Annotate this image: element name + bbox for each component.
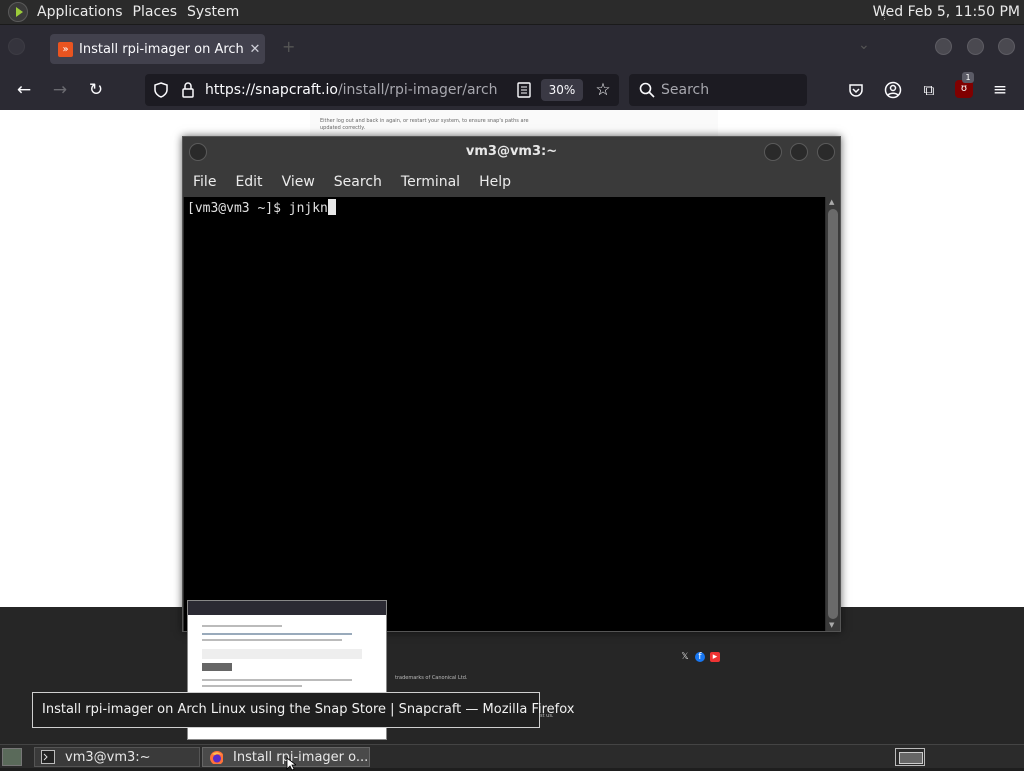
url-text[interactable]: https://snapcraft.io/install/rpi-imager/… [205, 82, 498, 98]
text-cursor [327, 199, 336, 215]
preview-line [202, 633, 352, 635]
tab-close-icon[interactable]: ✕ [245, 42, 265, 57]
menu-help[interactable]: Help [479, 174, 511, 190]
close-window-button[interactable] [998, 38, 1015, 55]
facebook-icon[interactable]: f [695, 652, 705, 662]
taskbar-label-firefox: Install rpi-imager o... [233, 749, 369, 765]
footer-trademark-text: trademarks of Canonical Ltd. [395, 675, 468, 681]
menu-file[interactable]: File [193, 174, 216, 190]
window-menu-button[interactable] [189, 143, 207, 161]
scroll-down-icon[interactable]: ▼ [829, 621, 834, 629]
zoom-level-button[interactable]: 30% [541, 79, 583, 101]
pocket-icon[interactable] [848, 82, 864, 98]
menu-edit[interactable]: Edit [235, 174, 262, 190]
navigation-toolbar: ← → ↻ https://snapcraft.io/install/rpi-i… [0, 70, 1024, 110]
account-icon[interactable] [884, 81, 902, 99]
places-menu[interactable]: Places [128, 0, 183, 25]
terminal-menubar: File Edit View Search Terminal Help [183, 167, 840, 197]
preview-line [202, 625, 282, 627]
tab-title: Install rpi-imager on Arch L [79, 41, 245, 57]
taskbar-item-terminal[interactable]: vm3@vm3:~ [34, 747, 200, 767]
preview-line [202, 679, 352, 681]
snapcraft-favicon-icon: » [58, 41, 73, 57]
url-bar[interactable]: https://snapcraft.io/install/rpi-imager/… [145, 74, 619, 106]
tab-snapcraft[interactable]: » Install rpi-imager on Arch L ✕ [50, 34, 265, 64]
page-text: Either log out and back in again, or res… [320, 118, 529, 131]
maximize-button[interactable] [967, 38, 984, 55]
show-desktop-icon[interactable] [2, 748, 22, 766]
preview-code-block [202, 649, 362, 659]
menu-terminal[interactable]: Terminal [401, 174, 460, 190]
tracking-shield-icon[interactable] [153, 82, 169, 98]
reader-view-icon[interactable] [517, 82, 531, 98]
applications-menu[interactable]: Applications [32, 0, 128, 25]
taskbar-label-terminal: vm3@vm3:~ [65, 749, 151, 765]
terminal-scrollbar[interactable]: ▲ ▼ [826, 197, 840, 631]
terminal-maximize-button[interactable] [790, 143, 808, 161]
new-tab-icon[interactable]: + [282, 37, 295, 56]
terminal-minimize-button[interactable] [764, 143, 782, 161]
padlock-icon[interactable] [181, 82, 195, 98]
terminal-titlebar[interactable]: vm3@vm3:~ [183, 137, 840, 167]
workspace-switcher[interactable] [895, 748, 925, 766]
terminal-title: vm3@vm3:~ [465, 144, 558, 159]
minimize-button[interactable] [935, 38, 952, 55]
forward-arrow-icon[interactable]: → [50, 80, 70, 100]
window-tooltip: Install rpi-imager on Arch Linux using t… [32, 692, 574, 728]
bookmark-star-icon[interactable]: ☆ [593, 80, 613, 100]
tab-scroll-icon [8, 38, 25, 55]
tab-list-icon[interactable]: ⌄ [858, 37, 870, 53]
search-bar[interactable]: Search [629, 74, 807, 106]
search-icon [639, 82, 655, 98]
typed-input: jnjkn [288, 201, 328, 216]
preview-toolbar [188, 601, 386, 615]
clock[interactable]: Wed Feb 5, 11:50 PM [873, 0, 1020, 25]
scroll-up-icon[interactable]: ▲ [829, 198, 834, 206]
distro-logo-icon[interactable] [8, 2, 28, 22]
mouse-pointer-icon [286, 757, 296, 771]
bottom-taskbar: vm3@vm3:~ Install rpi-imager o... [0, 744, 1024, 771]
terminal-icon [41, 750, 55, 764]
extensions-puzzle-icon[interactable]: ⧉ [919, 80, 939, 100]
scrollbar-thumb[interactable] [828, 209, 838, 619]
reload-icon[interactable]: ↻ [86, 80, 106, 100]
terminal-window[interactable]: vm3@vm3:~ File Edit View Search Terminal… [182, 136, 841, 632]
terminal-screen[interactable]: [vm3@vm3 ~]$ jnjkn [184, 197, 825, 631]
youtube-icon[interactable]: ▸ [710, 652, 720, 662]
menu-search[interactable]: Search [334, 174, 382, 190]
menu-view[interactable]: View [282, 174, 315, 190]
hamburger-menu-icon[interactable]: ≡ [990, 80, 1010, 100]
url-path: /install/rpi-imager/arch [337, 82, 498, 98]
search-placeholder: Search [661, 82, 710, 98]
preview-line [202, 685, 302, 687]
tab-bar: » Install rpi-imager on Arch L ✕ + ⌄ [0, 25, 1024, 70]
preview-code-block [202, 663, 232, 671]
shell-prompt: [vm3@vm3 ~]$ [187, 201, 289, 216]
preview-line [202, 639, 342, 641]
back-arrow-icon[interactable]: ← [14, 80, 34, 100]
x-twitter-icon[interactable]: 𝕏 [680, 652, 690, 662]
url-host: https://snapcraft.io [205, 82, 338, 98]
system-menu[interactable]: System [182, 0, 244, 25]
firefox-icon [210, 751, 223, 764]
terminal-close-button[interactable] [817, 143, 835, 161]
top-panel: Applications Places System Wed Feb 5, 11… [0, 0, 1024, 25]
extension-badge: 1 [962, 72, 974, 83]
social-links: 𝕏 f ▸ [680, 652, 720, 662]
